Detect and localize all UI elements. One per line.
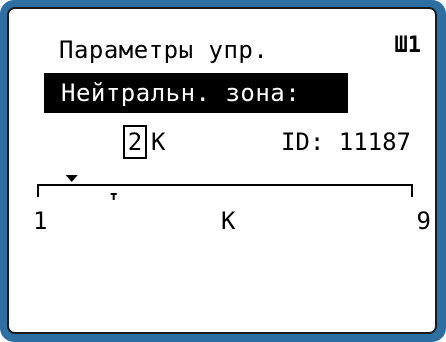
scale-unit-label: K	[221, 207, 236, 235]
device-frame: Параметры упр. Ш1 Нейтральн. зона: 2 K I…	[0, 0, 446, 342]
device-id: ID: 11187	[280, 128, 411, 156]
value-field[interactable]: 2	[123, 125, 147, 159]
scale-min-label: 1	[33, 207, 48, 235]
scale-max-label: 9	[416, 207, 431, 235]
channel-indicator: Ш1	[394, 33, 422, 58]
selected-menu-label: Нейтральн. зона:	[61, 79, 301, 107]
scale-marker-icon	[65, 175, 78, 182]
page-title: Параметры упр.	[59, 36, 269, 64]
value-unit: K	[151, 128, 166, 156]
lcd-screen: Параметры упр. Ш1 Нейтральн. зона: 2 K I…	[7, 7, 437, 334]
